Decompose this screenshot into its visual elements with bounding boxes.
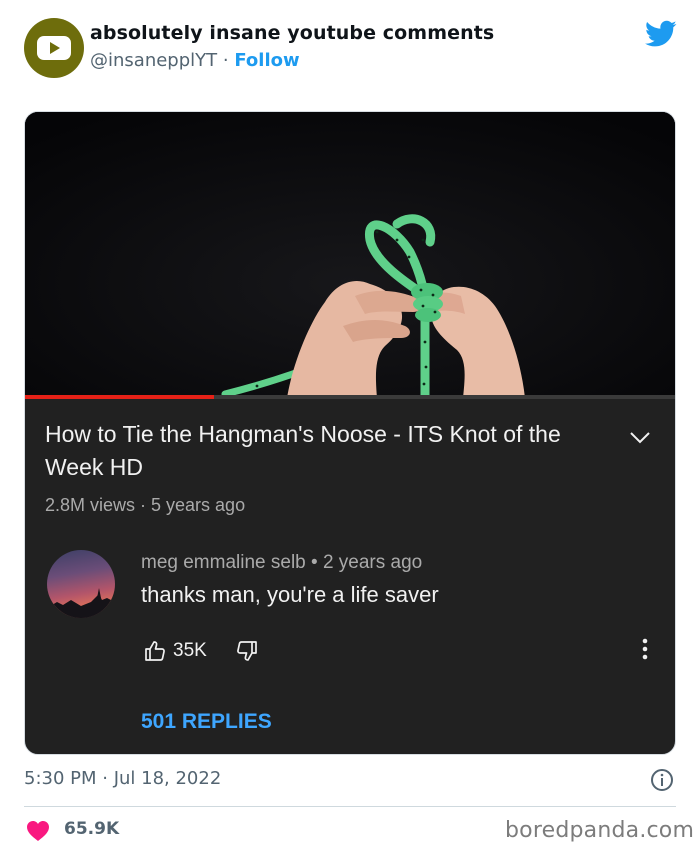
youtube-screenshot[interactable]: How to Tie the Hangman's Noose - ITS Kno…: [24, 111, 676, 755]
commenter-avatar[interactable]: [47, 550, 115, 618]
heart-icon[interactable]: [26, 820, 50, 846]
youtube-logo-icon: [37, 36, 71, 60]
footer-divider: [24, 806, 676, 807]
tweet-timestamp[interactable]: 5:30 PM · Jul 18, 2022: [24, 768, 221, 789]
twitter-bird-icon[interactable]: [645, 20, 677, 52]
video-thumbnail[interactable]: [25, 112, 675, 401]
chevron-down-icon[interactable]: [629, 430, 651, 449]
thumbs-up-icon[interactable]: [143, 639, 167, 667]
video-meta: 2.8M views · 5 years ago: [45, 495, 246, 515]
account-name[interactable]: absolutely insane youtube comments: [90, 22, 494, 44]
info-icon[interactable]: [650, 768, 674, 796]
follow-button[interactable]: Follow: [234, 50, 299, 71]
account-avatar[interactable]: [24, 18, 84, 78]
thumbs-down-icon[interactable]: [235, 639, 259, 667]
comment-author-line: meg emmaline selb • 2 years ago: [141, 552, 423, 573]
view-replies-button[interactable]: 501 REPLIES: [141, 710, 272, 734]
tweet-like-count: 65.9K: [64, 819, 120, 839]
video-progress-bar[interactable]: [25, 395, 675, 399]
account-handle[interactable]: @insanepplYT: [90, 50, 217, 71]
comment-text: thanks man, you're a life saver: [141, 582, 439, 607]
boredpanda-watermark: boredpanda.com: [505, 818, 695, 843]
video-progress-fill: [25, 395, 215, 399]
video-title: How to Tie the Hangman's Noose - ITS Kno…: [45, 421, 561, 480]
sunset-silhouette-image: [47, 588, 115, 618]
handle-separator: ·: [222, 50, 229, 71]
hands-tying-rope-image: [25, 112, 675, 401]
comment-like-count: 35K: [173, 640, 207, 661]
account-handle-line: @insanepplYT · Follow: [90, 50, 300, 71]
tweet-embed: absolutely insane youtube comments @insa…: [0, 0, 700, 858]
vertical-dots-icon[interactable]: [639, 636, 651, 666]
